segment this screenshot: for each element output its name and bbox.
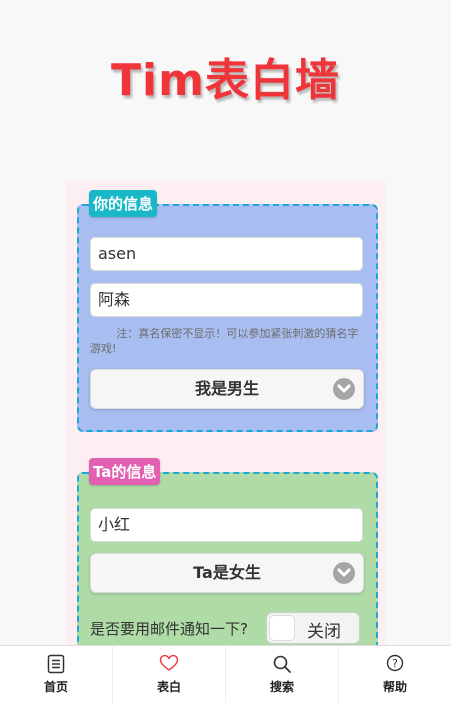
email-notify-label: 是否要用邮件通知一下? [90, 620, 248, 638]
document-icon [47, 654, 65, 678]
tab-search[interactable]: 搜索 [226, 646, 339, 703]
my-realname-input[interactable]: 阿森 [90, 283, 363, 317]
ta-name-input[interactable]: 小红 [90, 508, 363, 542]
tab-help-label: 帮助 [382, 680, 407, 694]
bottom-tab-bar: 首页 表白 搜索 ? 帮助 [0, 645, 451, 703]
realname-note: 注：真名保密不显示！可以参加紧张刺激的猜名字游戏! [90, 327, 359, 355]
toggle-knob [269, 615, 295, 641]
toggle-state-label: 关闭 [307, 622, 341, 642]
my-gender-select[interactable]: 我是男生 [90, 369, 364, 409]
chevron-down-icon [333, 378, 355, 400]
tab-confess[interactable]: 表白 [113, 646, 226, 703]
ta-gender-select-label: Ta是女生 [193, 563, 261, 582]
tab-search-label: 搜索 [269, 680, 294, 694]
my-gender-select-label: 我是男生 [194, 379, 259, 398]
my-name-input[interactable]: asen [90, 237, 363, 271]
tab-help[interactable]: ? 帮助 [339, 646, 451, 703]
email-notify-toggle[interactable]: 关闭 [266, 612, 360, 644]
my-info-section: 你的信息 asen 阿森 注：真名保密不显示！可以参加紧张刺激的猜名字游戏! 我… [77, 190, 378, 432]
ta-info-section: Ta的信息 小红 Ta是女生 是否要用邮件通知一下? 关闭 [77, 458, 378, 656]
app-title: Tim表白墙 [111, 55, 340, 106]
tab-confess-label: 表白 [156, 680, 181, 694]
svg-text:?: ? [392, 657, 398, 670]
chevron-down-icon [333, 562, 355, 584]
ta-info-badge: Ta的信息 [89, 458, 161, 485]
help-icon: ? [386, 654, 404, 676]
ta-gender-select[interactable]: Ta是女生 [90, 553, 364, 593]
my-info-badge: 你的信息 [89, 190, 158, 217]
heart-icon [159, 654, 179, 676]
search-icon [272, 654, 292, 678]
tab-home[interactable]: 首页 [0, 646, 113, 703]
tab-home-label: 首页 [43, 680, 68, 694]
